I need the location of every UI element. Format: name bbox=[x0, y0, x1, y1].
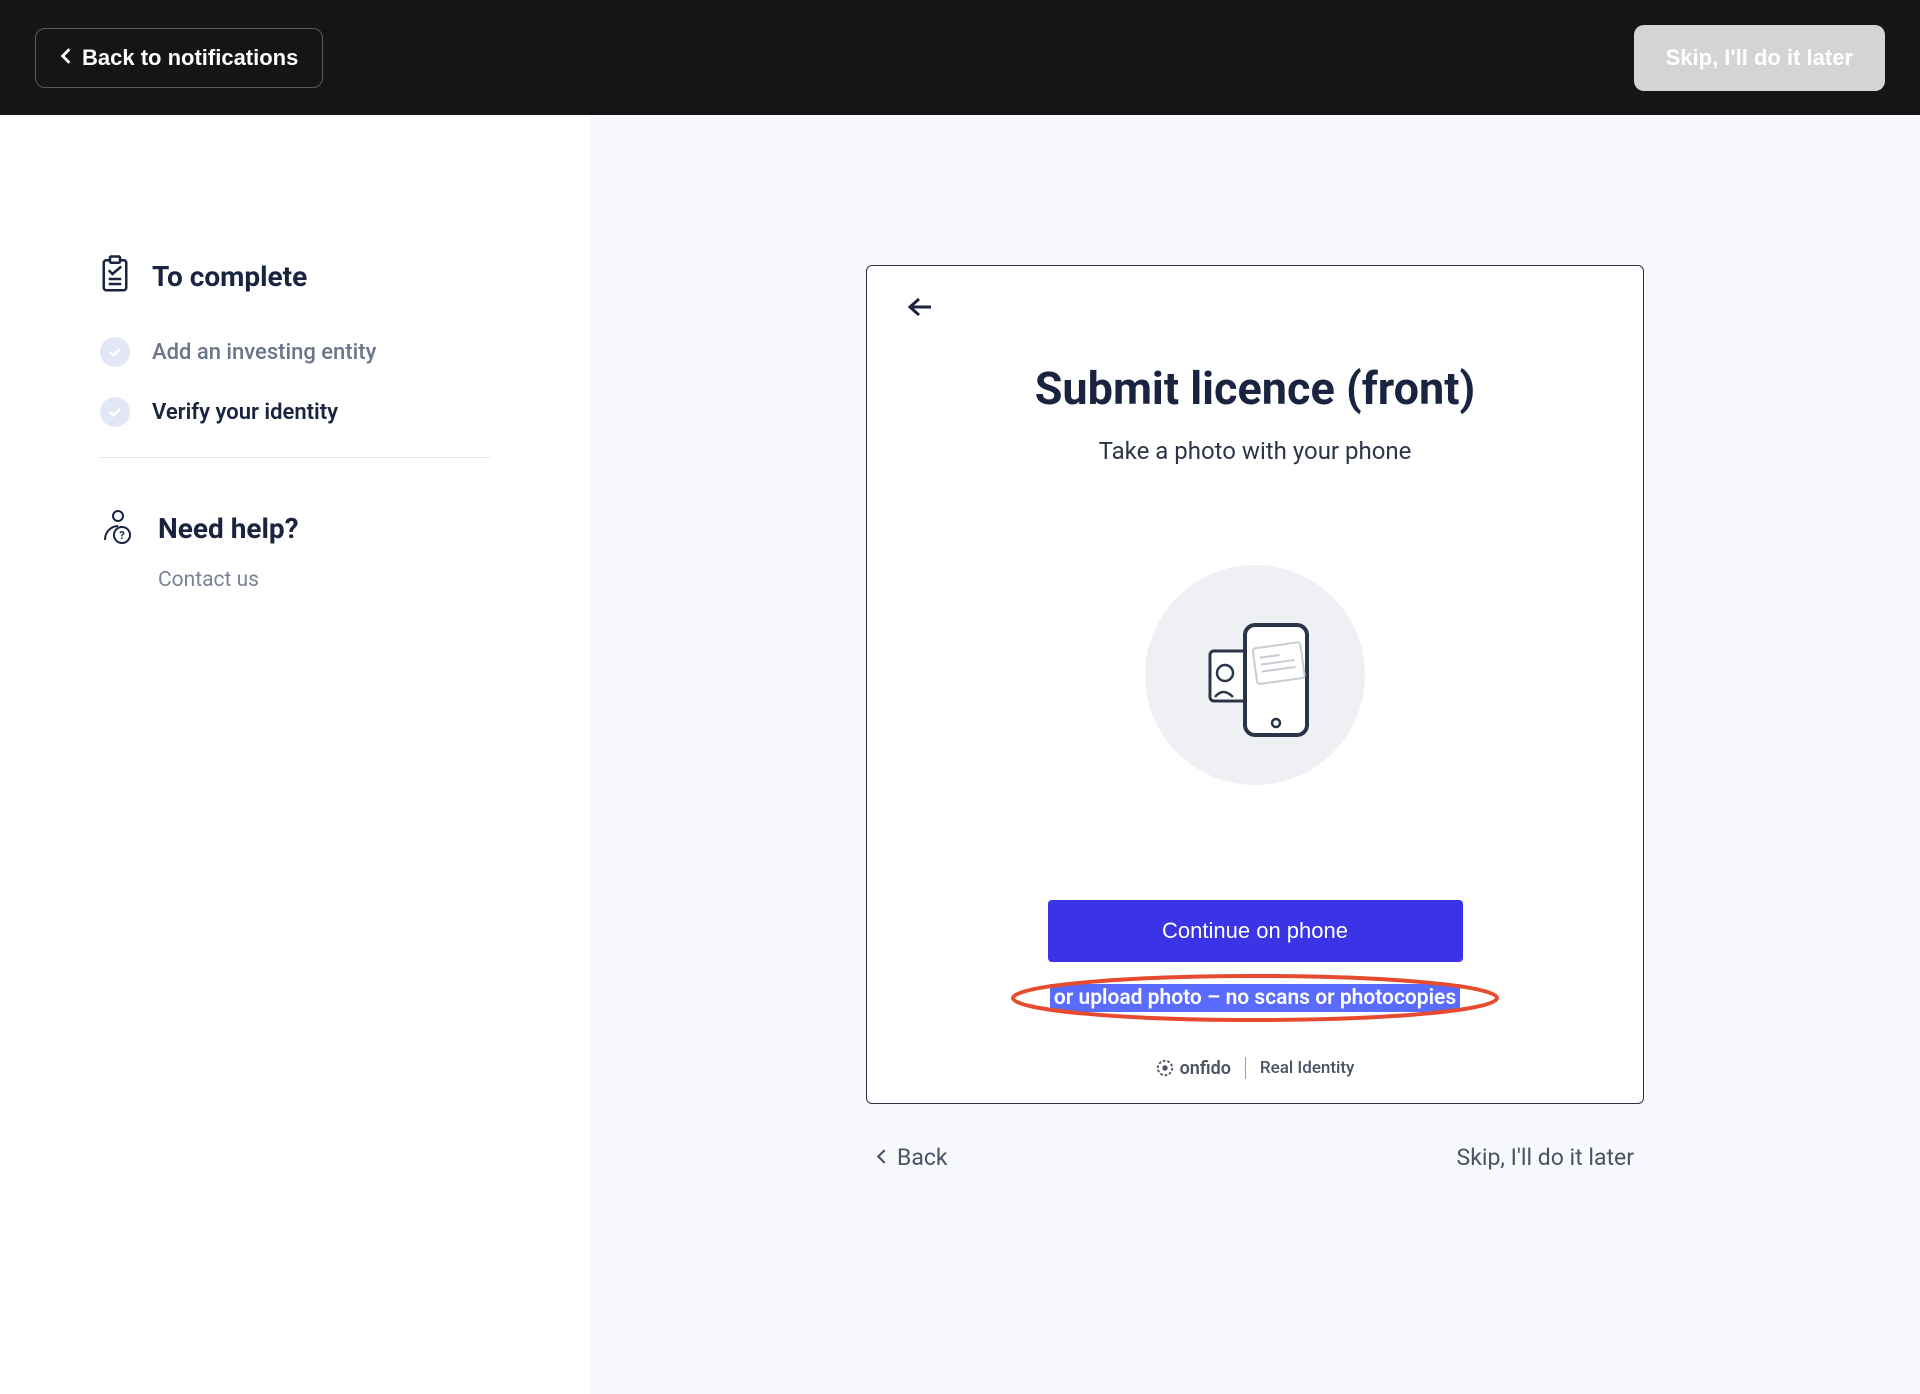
chevron-left-icon bbox=[60, 45, 72, 71]
checklist-item-verify-identity[interactable]: Verify your identity bbox=[100, 397, 490, 427]
check-circle-icon bbox=[100, 337, 130, 367]
divider bbox=[100, 457, 490, 458]
checklist-item-add-entity[interactable]: Add an investing entity bbox=[100, 337, 490, 367]
bottom-back-label: Back bbox=[897, 1144, 948, 1171]
continue-on-phone-label: Continue on phone bbox=[1162, 918, 1348, 943]
back-to-notifications-label: Back to notifications bbox=[82, 45, 298, 71]
top-bar: Back to notifications Skip, I'll do it l… bbox=[0, 0, 1920, 115]
clipboard-check-icon bbox=[100, 255, 130, 297]
check-circle-icon bbox=[100, 397, 130, 427]
card-subtitle: Take a photo with your phone bbox=[907, 437, 1603, 465]
onfido-brand: onfido bbox=[1156, 1058, 1231, 1079]
bottom-nav: Back Skip, I'll do it later bbox=[866, 1144, 1644, 1171]
person-help-icon: ? bbox=[100, 508, 136, 548]
back-to-notifications-button[interactable]: Back to notifications bbox=[35, 28, 323, 88]
onfido-logo-icon bbox=[1156, 1059, 1174, 1077]
bottom-skip-button[interactable]: Skip, I'll do it later bbox=[1457, 1144, 1634, 1171]
verification-card: Submit licence (front) Take a photo with… bbox=[866, 265, 1644, 1104]
checklist-label: Add an investing entity bbox=[152, 340, 376, 365]
need-help-header: ? Need help? bbox=[100, 508, 490, 548]
phone-document-illustration bbox=[1145, 565, 1365, 785]
sidebar: To complete Add an investing entity Veri… bbox=[0, 115, 590, 1394]
chevron-left-icon bbox=[876, 1144, 887, 1171]
onfido-brand-text: onfido bbox=[1180, 1058, 1231, 1079]
to-complete-title: To complete bbox=[152, 260, 307, 293]
vertical-divider bbox=[1245, 1057, 1246, 1079]
bottom-skip-label: Skip, I'll do it later bbox=[1457, 1144, 1634, 1171]
upload-photo-link[interactable]: or upload photo – no scans or photocopie… bbox=[1050, 984, 1460, 1012]
continue-on-phone-button[interactable]: Continue on phone bbox=[1048, 900, 1463, 962]
main-container: To complete Add an investing entity Veri… bbox=[0, 115, 1920, 1394]
content-area: Submit licence (front) Take a photo with… bbox=[590, 115, 1920, 1394]
skip-later-top-button[interactable]: Skip, I'll do it later bbox=[1634, 25, 1885, 91]
svg-text:?: ? bbox=[119, 529, 125, 542]
real-identity-text: Real Identity bbox=[1260, 1058, 1354, 1078]
checklist-label: Verify your identity bbox=[152, 400, 338, 425]
to-complete-header: To complete bbox=[100, 255, 490, 297]
skip-later-top-label: Skip, I'll do it later bbox=[1666, 45, 1853, 70]
contact-us-link[interactable]: Contact us bbox=[158, 568, 490, 592]
upload-link-wrapper: or upload photo – no scans or photocopie… bbox=[907, 984, 1603, 1012]
card-title: Submit licence (front) bbox=[907, 362, 1603, 415]
bottom-back-button[interactable]: Back bbox=[876, 1144, 948, 1171]
card-back-button[interactable] bbox=[907, 296, 933, 322]
onfido-footer: onfido Real Identity bbox=[907, 1057, 1603, 1079]
need-help-title: Need help? bbox=[158, 512, 299, 545]
